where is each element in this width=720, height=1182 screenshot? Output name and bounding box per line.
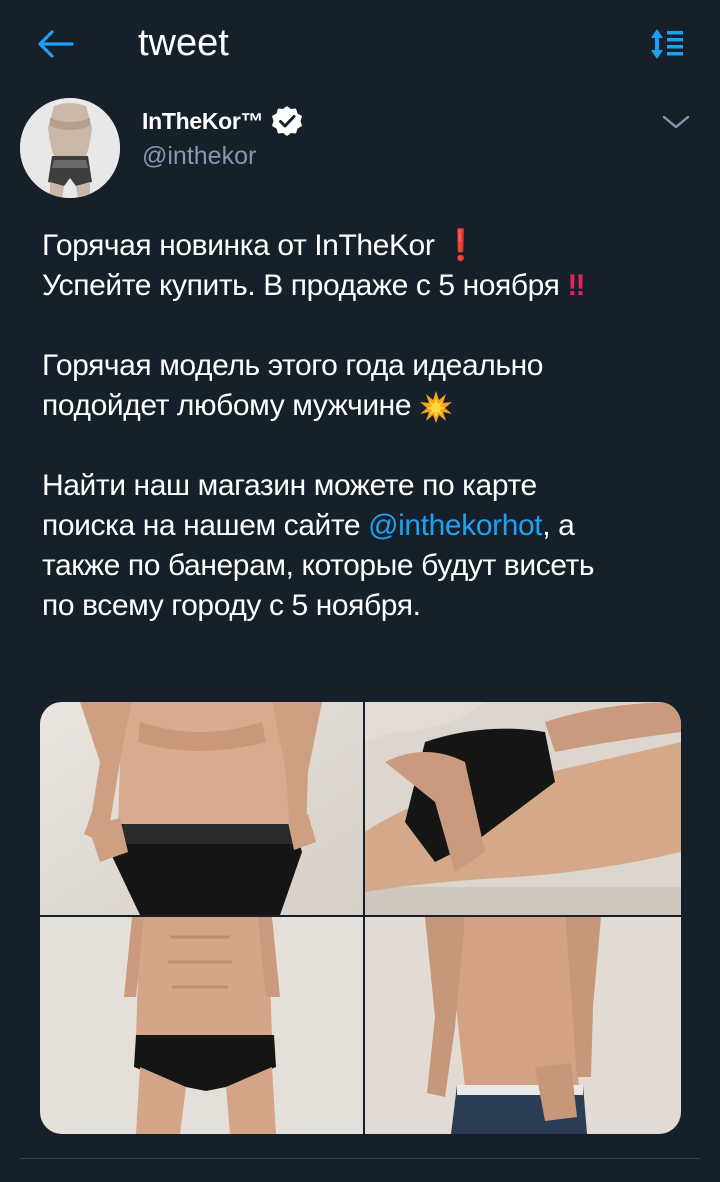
chevron-down-icon [662,115,690,129]
media-photo[interactable] [365,917,681,1134]
mention-link[interactable]: @inthekorhot [368,509,542,542]
exclamation-emoji: ❗ [442,229,480,262]
tweet-text-span: , а [542,509,575,542]
author-handle[interactable]: @inthekor [142,142,256,171]
tweet-text-span: Успейте купить. В продаже с 5 ноября [42,269,560,302]
author-name: InTheKor™ [142,107,264,134]
avatar-image [20,98,120,198]
divider [20,1158,700,1159]
top-bar: tweet [0,0,720,88]
tweet-text: Горячая новинка от InTheKor ❗ Успейте ку… [42,226,682,626]
tweet-text-span: поиска на нашем сайте [42,509,369,542]
double-exclamation-emoji: ‼ [567,269,586,302]
tweet-line: по всему городу с 5 ноября. [42,589,421,622]
tweet-line: также по банерам, которые будут висеть [42,549,595,582]
media-grid [40,702,681,1134]
tweet-screen: tweet InTheKor™ @inthekor Горячая новинк… [0,0,720,1182]
media-photo[interactable] [40,917,363,1134]
avatar[interactable] [20,98,120,198]
tweet-line: Найти наш магазин можете по карте [42,469,537,502]
tweet-line: подойдет любому мужчине [42,386,682,426]
media-photo[interactable] [40,702,363,915]
tweet-line: поиска на нашем сайте @inthekorhot, а [42,506,682,546]
tweet-line: Горячая новинка от InTheKor ❗ [42,226,682,266]
arrow-left-icon [38,30,74,58]
page-title: tweet [138,22,229,64]
sort-button[interactable] [640,20,696,68]
verified-badge-icon [271,105,303,137]
tweet-line: Успейте купить. В продаже с 5 ноября ‼ [42,266,682,306]
author-name-row[interactable]: InTheKor™ [142,103,303,139]
tweet-text-span: подойдет любому мужчине [42,389,412,422]
collision-emoji-icon [420,391,453,424]
tweet-line: Горячая модель этого года идеально [42,349,544,382]
media-photo[interactable] [365,702,681,915]
sort-list-icon [651,29,683,59]
tweet-options-button[interactable] [650,102,702,142]
tweet-text-span: Горячая новинка от InTheKor [42,229,435,262]
back-button[interactable] [28,22,84,66]
